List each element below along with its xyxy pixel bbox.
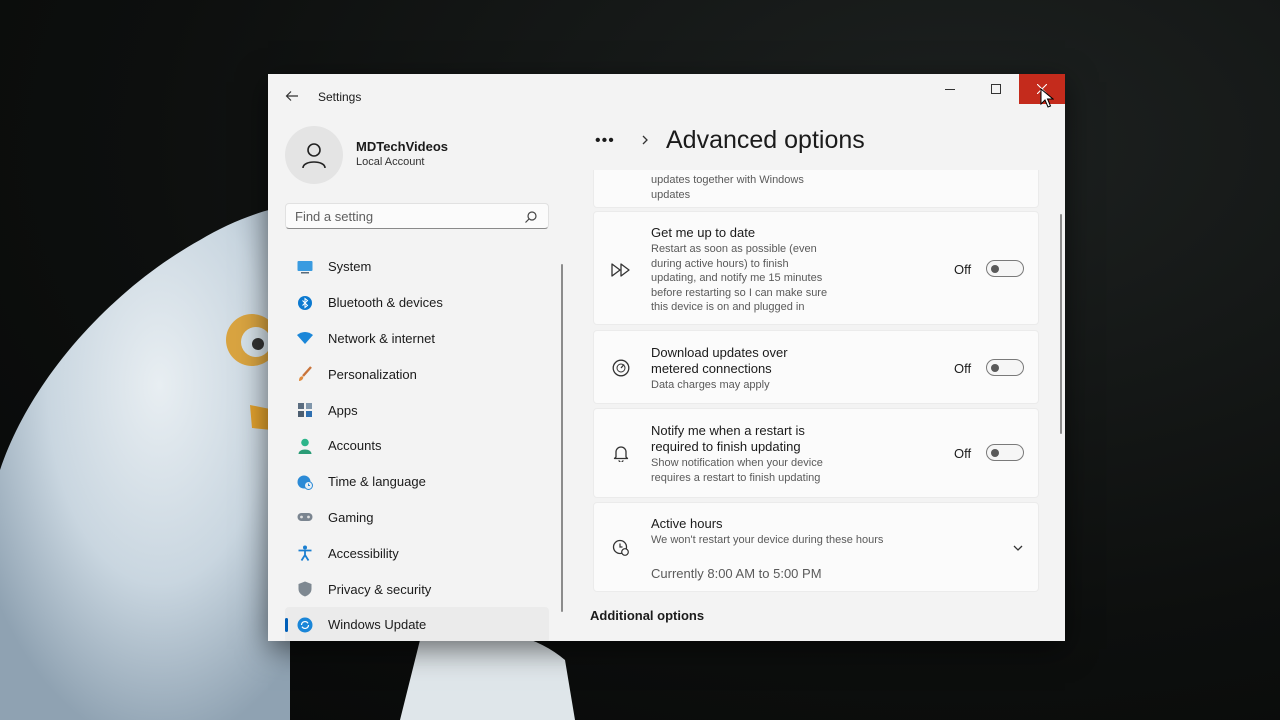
maximize-icon [991, 84, 1001, 94]
avatar[interactable] [285, 126, 343, 184]
mouse-cursor-icon [1040, 88, 1054, 108]
sidebar-item-accounts[interactable]: Accounts [285, 428, 549, 464]
settings-window: Settings MDTechVideos Local Account Syst… [268, 74, 1065, 641]
active-hours-current-value: Currently 8:00 AM to 5:00 PM [651, 566, 822, 581]
toggle-state-label: Off [954, 262, 972, 277]
speedometer-icon [610, 357, 632, 379]
bell-icon [610, 442, 632, 464]
sidebar-item-accessibility[interactable]: Accessibility [285, 535, 549, 571]
card-description: Data charges may apply [651, 379, 770, 391]
sidebar-item-privacy-security[interactable]: Privacy & security [285, 571, 549, 607]
settings-card-partial: updates together with Windows updates [593, 170, 1039, 208]
toggle-knob [991, 449, 999, 457]
accessibility-icon [297, 545, 313, 562]
sidebar-item-network[interactable]: Network & internet [285, 321, 549, 357]
gamepad-icon [297, 509, 313, 525]
sidebar-item-label: Windows Update [328, 617, 427, 633]
sidebar-item-label: Network & internet [328, 330, 435, 346]
sidebar-scrollbar[interactable] [561, 264, 563, 612]
minimize-button[interactable] [927, 74, 973, 104]
chevron-right-icon [642, 135, 648, 145]
sidebar-item-label: Bluetooth & devices [328, 295, 443, 311]
settings-card-get-up-to-date[interactable]: Get me up to date Restart as soon as pos… [593, 211, 1039, 325]
sidebar-item-system[interactable]: System [285, 249, 549, 285]
fast-forward-icon [610, 259, 632, 281]
sidebar-item-apps[interactable]: Apps [285, 392, 549, 428]
sidebar-item-personalization[interactable]: Personalization [285, 356, 549, 392]
window-title: Settings [318, 90, 362, 104]
restart-notification-toggle[interactable] [986, 444, 1024, 461]
sidebar-item-label: Gaming [328, 509, 374, 525]
card-title: Get me up to date [651, 225, 756, 240]
settings-content: updates together with Windows updates Ge… [590, 170, 1064, 641]
settings-card-metered-downloads[interactable]: Download updates over metered connection… [593, 330, 1039, 404]
content-scrollbar[interactable] [1060, 214, 1062, 434]
toggle-knob [991, 265, 999, 273]
sidebar-nav: System Bluetooth & devices Network & int… [285, 249, 549, 641]
sidebar-item-label: Time & language [328, 474, 426, 490]
toggle-state-label: Off [954, 361, 972, 376]
accounts-icon [297, 438, 313, 454]
account-type: Local Account [356, 156, 425, 168]
user-name: MDTechVideos [356, 139, 448, 154]
card-description: Restart as soon as possible (even during… [651, 243, 828, 313]
sidebar-item-label: Apps [328, 402, 358, 418]
search-input[interactable] [295, 208, 515, 224]
maximize-button[interactable] [973, 74, 1019, 104]
sidebar-item-label: Accessibility [328, 545, 399, 561]
bluetooth-icon [297, 295, 313, 311]
back-arrow-icon [285, 91, 298, 101]
clock-settings-icon [610, 537, 632, 559]
card-description: We won't restart your device during thes… [651, 534, 884, 546]
toggle-knob [991, 364, 999, 372]
breadcrumb-ellipsis-button[interactable]: ••• [595, 132, 615, 150]
section-heading-additional-options: Additional options [590, 608, 705, 623]
card-description: updates together with Windows updates [651, 174, 804, 201]
apps-icon [297, 402, 313, 418]
search-icon[interactable] [524, 210, 538, 224]
get-up-to-date-toggle[interactable] [986, 260, 1024, 277]
card-title: Download updates over metered connection… [651, 345, 788, 376]
sidebar-item-label: Personalization [328, 366, 417, 382]
sidebar-item-bluetooth[interactable]: Bluetooth & devices [285, 285, 549, 321]
wifi-icon [297, 330, 313, 346]
card-description: Show notification when your device requi… [651, 457, 823, 484]
system-icon [297, 259, 313, 275]
sidebar-item-label: Privacy & security [328, 581, 432, 597]
sidebar-item-label: Accounts [328, 438, 382, 454]
settings-card-restart-notification[interactable]: Notify me when a restart is required to … [593, 408, 1039, 498]
back-button[interactable] [282, 86, 302, 106]
sidebar-item-windows-update[interactable]: Windows Update [285, 606, 549, 641]
person-icon [302, 143, 326, 169]
sidebar-item-gaming[interactable]: Gaming [285, 500, 549, 536]
chevron-down-icon[interactable] [1011, 541, 1025, 555]
globe-clock-icon [297, 474, 313, 490]
metered-downloads-toggle[interactable] [986, 359, 1024, 376]
page-title: Advanced options [666, 126, 865, 154]
sidebar-item-label: System [328, 259, 372, 275]
brush-icon [297, 366, 313, 382]
search-box[interactable] [285, 203, 549, 229]
shield-icon [297, 581, 313, 597]
minimize-icon [945, 89, 955, 90]
update-icon [297, 617, 313, 633]
settings-card-active-hours[interactable]: Active hours We won't restart your devic… [593, 502, 1039, 592]
sidebar-item-time-language[interactable]: Time & language [285, 464, 549, 500]
toggle-state-label: Off [954, 446, 972, 461]
card-title: Notify me when a restart is required to … [651, 423, 805, 454]
card-title: Active hours [651, 516, 723, 531]
title-bar: Settings [268, 74, 1065, 118]
